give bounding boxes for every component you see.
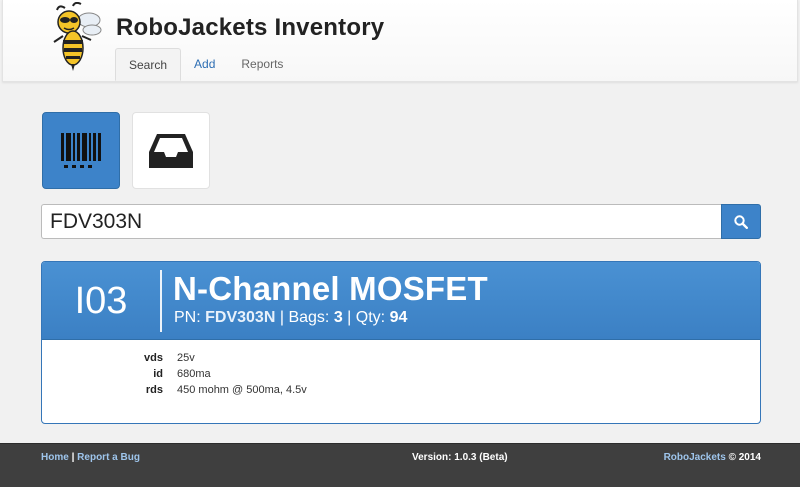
spec-value: 680ma (177, 368, 211, 380)
footer-brand: RoboJackets © 2014 (664, 452, 761, 463)
footer-separator: | (71, 452, 75, 463)
barcode-icon (61, 132, 101, 168)
part-name: N-Channel MOSFET (173, 270, 488, 307)
spec-key: id (153, 368, 163, 380)
bin-code: I03 (74, 279, 128, 322)
bags-label: Bags: (288, 309, 330, 326)
header-divider (160, 270, 162, 332)
meta-separator: | (347, 309, 352, 326)
spec-value: 25v (177, 352, 195, 364)
report-bug-link[interactable]: Report a Bug (77, 452, 140, 463)
home-link[interactable]: Home (41, 452, 69, 463)
nav-tabs: Search Add Reports (115, 48, 296, 81)
spec-row: vds 25v (42, 350, 760, 366)
search-input[interactable] (41, 204, 722, 239)
part-result-card: I03 N-Channel MOSFET PN: FDV303N | Bags:… (41, 261, 761, 424)
pn-label: PN: (174, 309, 201, 326)
version-label: Version: 1.0.3 (Beta) (412, 452, 508, 463)
qty-label: Qty: (355, 309, 386, 326)
barcode-mode-button[interactable] (42, 112, 120, 189)
bin-mode-button[interactable] (132, 112, 210, 189)
tab-reports[interactable]: Reports (228, 48, 296, 81)
tab-search[interactable]: Search (115, 48, 182, 81)
spec-value: 450 mohm @ 500ma, 4.5v (177, 384, 307, 396)
footer-links: Home | Report a Bug (41, 452, 140, 463)
part-meta: PN: FDV303N | Bags: 3 | Qty: 94 (174, 309, 407, 327)
spec-key: vds (144, 352, 163, 364)
spec-list: vds 25v id 680ma rds 450 mohm @ 500ma, 4… (42, 350, 760, 398)
spec-row: rds 450 mohm @ 500ma, 4.5v (42, 382, 760, 398)
search-button[interactable] (721, 204, 761, 239)
app-footer: Home | Report a Bug Version: 1.0.3 (Beta… (0, 443, 800, 487)
meta-separator: | (279, 309, 284, 326)
robojackets-link[interactable]: RoboJackets (664, 452, 726, 463)
yellow-jacket-logo[interactable] (51, 2, 103, 72)
inbox-tray-icon (149, 133, 193, 168)
qty-count: 94 (389, 309, 408, 326)
search-bar (41, 204, 761, 239)
app-title: RoboJackets Inventory (116, 14, 385, 41)
copyright-text: © 2014 (728, 452, 761, 463)
search-icon (734, 214, 748, 229)
bags-count: 3 (333, 309, 343, 326)
tab-add[interactable]: Add (181, 48, 228, 81)
app-header: RoboJackets Inventory Search Add Reports (2, 0, 798, 82)
part-number: FDV303N (205, 309, 276, 326)
part-result-header: I03 N-Channel MOSFET PN: FDV303N | Bags:… (42, 262, 760, 340)
spec-key: rds (145, 384, 163, 396)
spec-row: id 680ma (42, 366, 760, 382)
